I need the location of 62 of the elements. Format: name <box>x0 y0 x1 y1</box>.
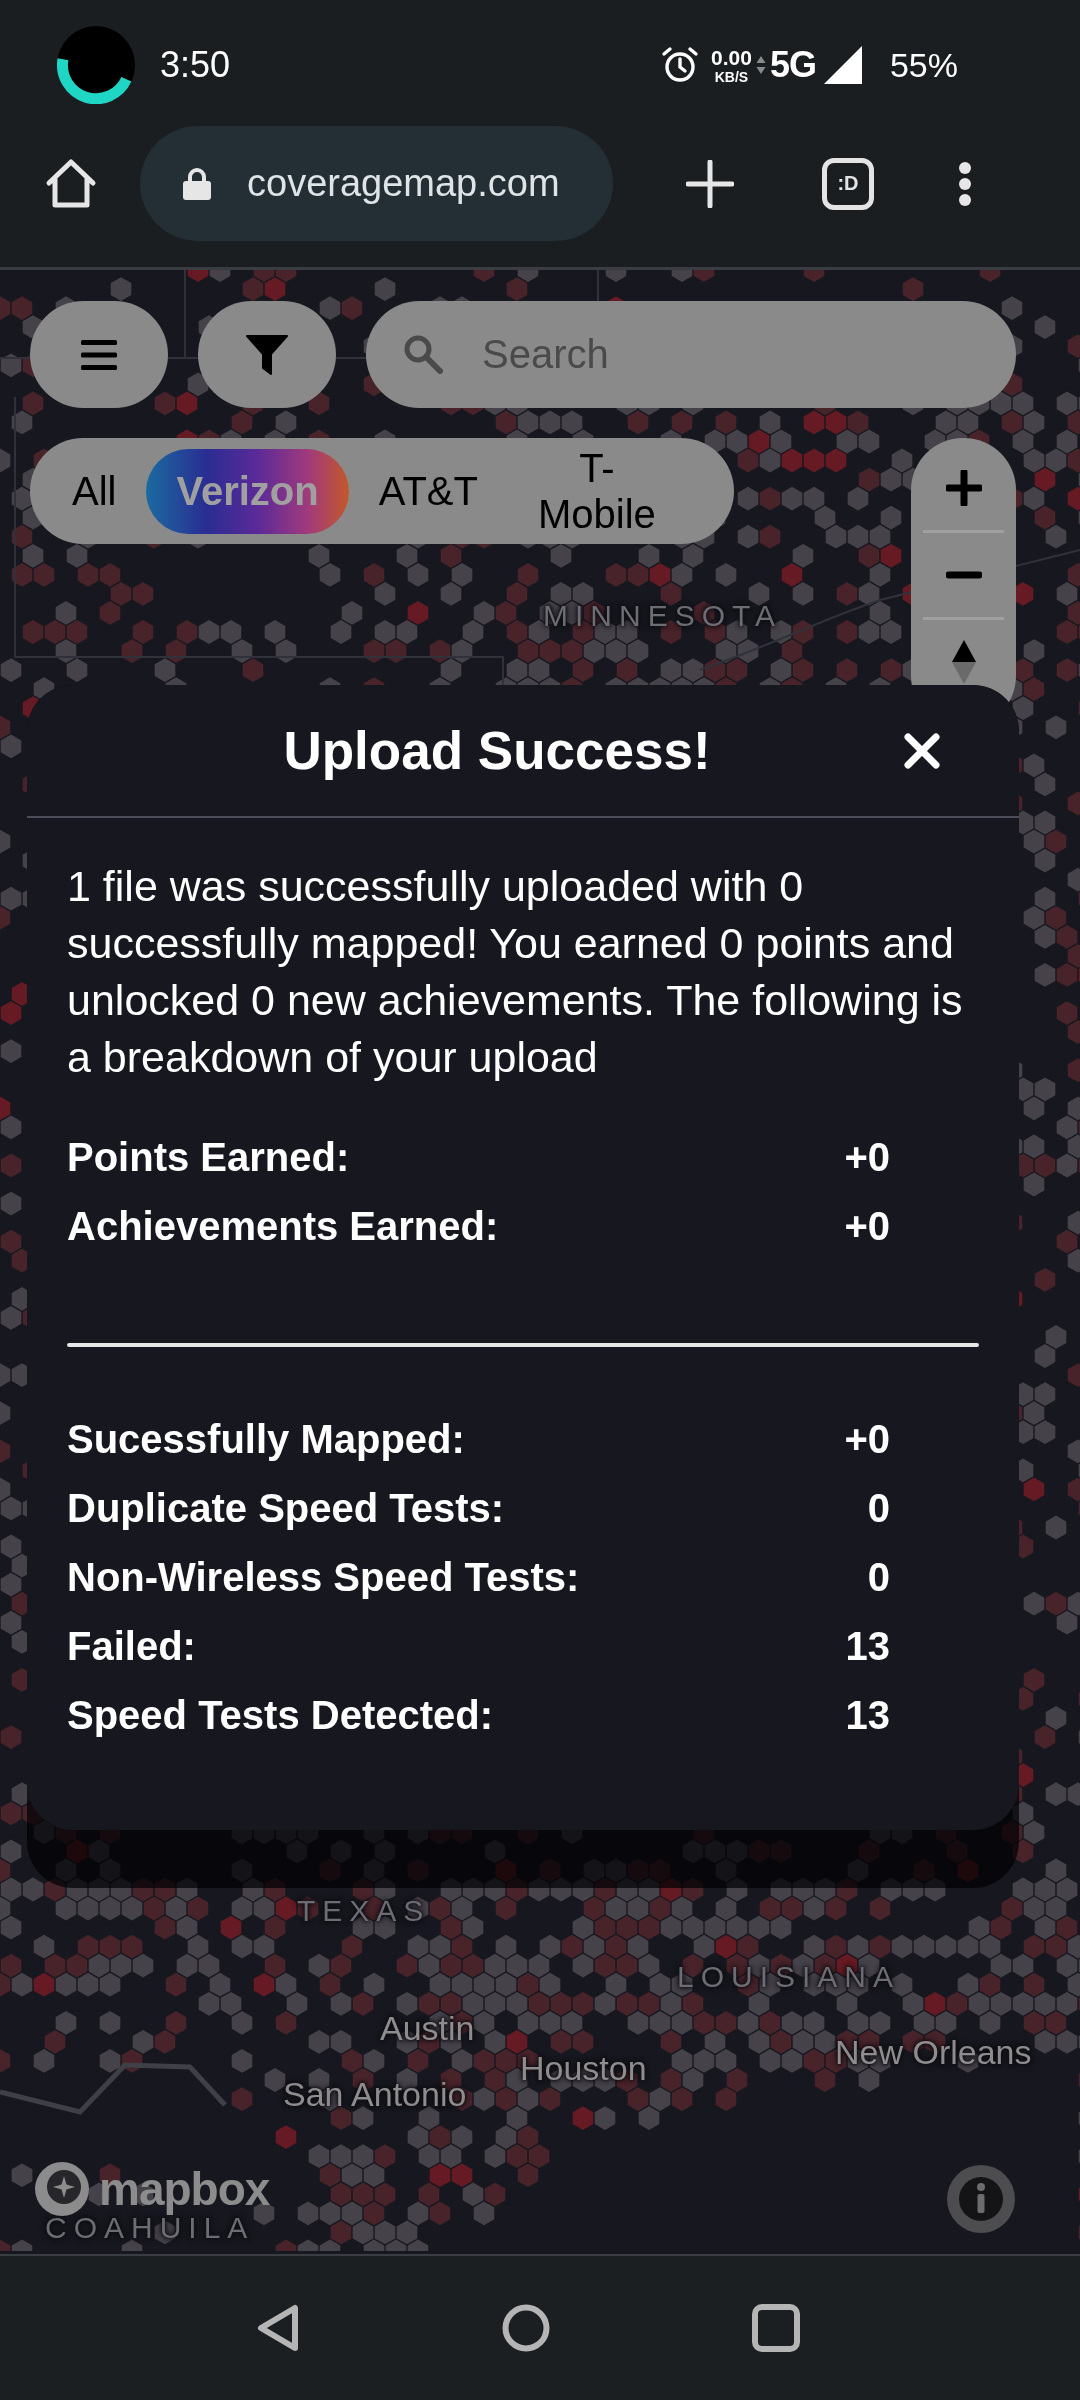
alarm-icon <box>661 46 700 84</box>
stat-label: Speed Tests Detected: <box>67 1693 494 1738</box>
new-tab-button[interactable] <box>686 159 734 208</box>
nav-home-button[interactable] <box>502 2304 550 2352</box>
close-button[interactable] <box>904 732 940 769</box>
circle-icon <box>502 2304 550 2352</box>
menu-icon <box>81 339 117 370</box>
stat-value: 13 <box>845 1624 890 1669</box>
data-rate: 0.00 <box>711 46 752 68</box>
info-icon <box>947 2165 1015 2233</box>
map-label: TEXAS <box>297 1896 431 1926</box>
stat-value: 0 <box>867 1555 890 1600</box>
map-label: Houston <box>520 2051 647 2085</box>
plus-icon <box>686 159 734 208</box>
back-icon <box>256 2303 300 2353</box>
stat-value: +0 <box>844 1135 890 1180</box>
stat-value: 13 <box>845 1693 890 1738</box>
stat-label: Non-Wireless Speed Tests: <box>67 1555 580 1600</box>
compass-icon <box>951 640 976 684</box>
lock-icon <box>182 167 212 200</box>
carrier-tab[interactable]: T-Mobile <box>508 448 686 534</box>
recents-button[interactable] <box>752 2304 800 2352</box>
dialog-message: 1 file was successfully uploaded with 0 successfully mapped! You earned 0 points and unlocked 0 new achievements. The following is a breakdown of your upload <box>67 861 964 1083</box>
progress-ring-icon <box>57 26 135 104</box>
dots-menu-icon <box>958 160 972 207</box>
close-icon <box>904 732 940 769</box>
tab-switcher-button[interactable]: :D <box>822 157 874 210</box>
map-label: San Antonio <box>283 2077 467 2111</box>
carrier-tab[interactable]: All <box>42 448 147 534</box>
map-label: LOUISIANA <box>677 1962 901 1992</box>
map-label: New Orleans <box>835 2035 1032 2069</box>
stat-label: Sucessfully Mapped: <box>67 1417 465 1462</box>
network-type: 5G <box>769 44 816 86</box>
status-time: 3:50 <box>160 44 231 86</box>
address-bar[interactable]: coveragemap.com <box>140 126 613 241</box>
stat-label: Duplicate Speed Tests: <box>67 1486 505 1531</box>
back-button[interactable] <box>256 2303 300 2353</box>
map-label: MINNESOTA <box>543 601 783 631</box>
stat-label: Failed: <box>67 1624 196 1669</box>
stat-label: Achievements Earned: <box>67 1204 499 1249</box>
home-button[interactable] <box>45 157 97 210</box>
stat-value: 0 <box>867 1486 890 1531</box>
stat-value: +0 <box>844 1417 890 1462</box>
info-button[interactable] <box>947 2165 1015 2233</box>
minus-icon <box>945 571 982 579</box>
battery-level: 55% <box>889 45 958 85</box>
stat-value: +0 <box>844 1204 890 1249</box>
dialog-title: Upload Success! <box>283 720 711 781</box>
square-icon <box>752 2304 800 2352</box>
stat-label: Points Earned: <box>67 1135 350 1180</box>
data-unit: KB/S <box>714 69 749 84</box>
search-field[interactable]: Search <box>366 301 1016 408</box>
funnel-icon <box>246 333 288 376</box>
logo-icon <box>35 2162 89 2216</box>
home-icon <box>45 157 97 210</box>
search-icon <box>403 334 443 374</box>
map-label: Austin <box>380 2011 475 2045</box>
data-arrows-icon <box>755 55 766 75</box>
carrier-tab[interactable]: AT&T <box>348 448 508 534</box>
browser-menu-button[interactable] <box>958 160 972 207</box>
signal-icon <box>823 46 862 84</box>
plus-icon <box>945 470 982 506</box>
